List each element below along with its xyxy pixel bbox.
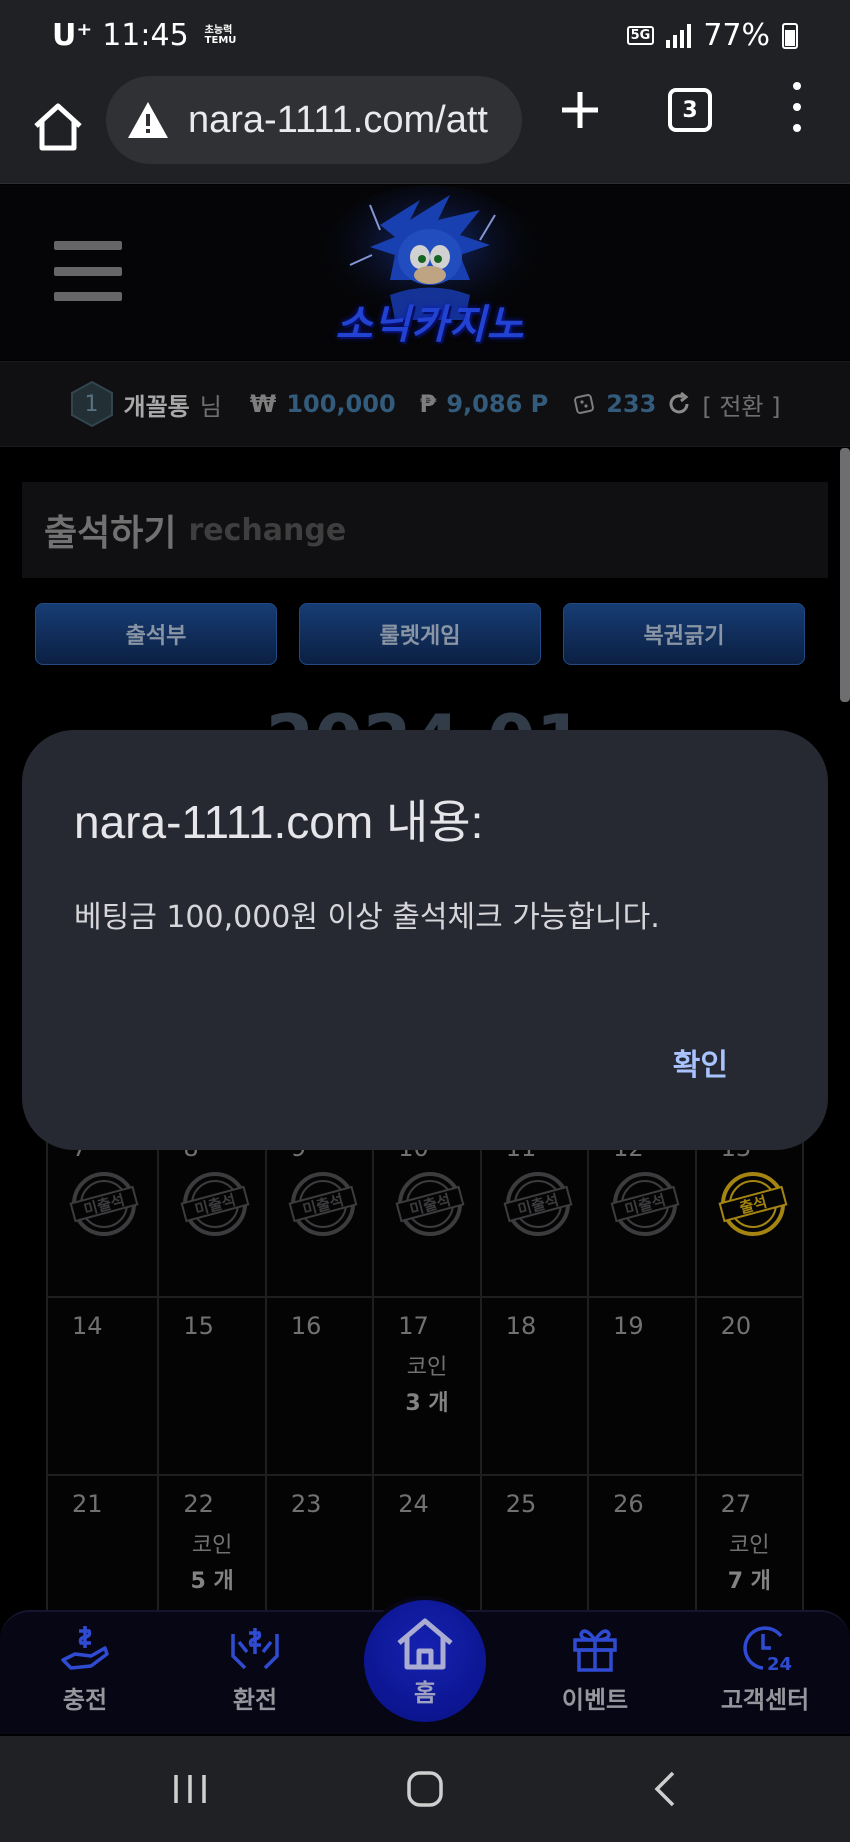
browser-toolbar: nara-1111.com/att 3 — [0, 76, 850, 184]
system-nav-bar — [0, 1736, 850, 1842]
status-right: 5G 77% — [626, 18, 798, 53]
battery-icon — [782, 22, 798, 49]
notification-icons: 초능력 TEMU — [204, 25, 237, 46]
clock: 11:45 — [102, 18, 189, 53]
network-5g-icon: 5G — [626, 26, 655, 45]
dialog-ok-button[interactable]: 확인 — [673, 1040, 728, 1084]
status-left: U⁺ 11:45 초능력 TEMU — [52, 18, 236, 53]
address-bar[interactable]: nara-1111.com/att — [106, 76, 522, 164]
alert-dialog: nara-1111.com 내용: 베팅금 100,000원 이상 출석체크 가… — [22, 730, 828, 1150]
status-bar: U⁺ 11:45 초능력 TEMU 5G 77% — [0, 0, 850, 76]
dialog-title: nara-1111.com 내용: — [74, 796, 484, 848]
dialog-message: 베팅금 100,000원 이상 출석체크 가능합니다. — [74, 900, 660, 935]
battery-percent: 77% — [703, 18, 770, 53]
home-icon[interactable] — [28, 96, 88, 156]
not-secure-warning-icon[interactable] — [126, 100, 170, 140]
notif-bottom-label: TEMU — [204, 34, 237, 46]
carrier-label: U⁺ — [52, 18, 93, 53]
url-text[interactable]: nara-1111.com/att — [188, 99, 488, 142]
new-tab-icon[interactable] — [558, 88, 602, 132]
system-home-icon[interactable] — [385, 1736, 465, 1842]
page-scrollbar[interactable] — [840, 448, 850, 702]
recent-apps-icon[interactable] — [150, 1736, 230, 1842]
back-icon[interactable] — [625, 1736, 705, 1842]
signal-icon — [666, 23, 692, 48]
more-menu-icon[interactable] — [790, 82, 804, 132]
tab-switcher-button[interactable]: 3 — [668, 88, 712, 132]
